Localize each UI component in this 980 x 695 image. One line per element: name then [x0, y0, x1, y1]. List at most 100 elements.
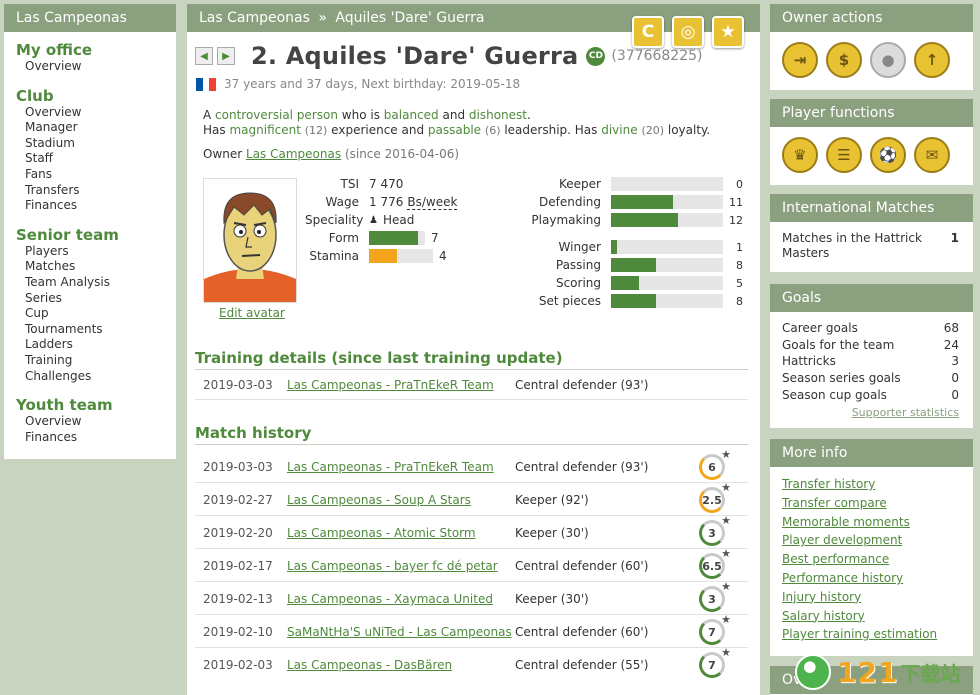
promote-icon[interactable]: ↑ — [914, 42, 950, 78]
match-rating[interactable]: 6 ★ — [699, 448, 731, 480]
site-watermark: 121 下载站 — [795, 652, 975, 692]
owner-since: (since 2016-04-06) — [344, 147, 460, 161]
menu-item-stadium[interactable]: Stadium — [25, 136, 176, 152]
menu-item-finances[interactable]: Finances — [25, 430, 176, 446]
menu-item-team-analysis[interactable]: Team Analysis — [25, 275, 176, 291]
match-link[interactable]: Las Campeonas - Xaymaca United — [287, 592, 515, 606]
menu-heading[interactable]: Youth team — [16, 397, 176, 413]
goals-row: Goals for the team 24 — [770, 337, 973, 354]
form-value: 7 — [431, 231, 439, 245]
desc-text: Has — [203, 123, 226, 137]
skill-label: Scoring — [555, 276, 601, 290]
match-position: Central defender (60') — [515, 625, 649, 639]
match-link[interactable]: SaMaNtHa'S uNiTed - Las Campeonas — [287, 625, 515, 639]
menu-item-challenges[interactable]: Challenges — [25, 369, 176, 385]
menu-list: Overview — [25, 59, 176, 75]
more-info-link-salary-history[interactable]: Salary history — [782, 607, 961, 626]
menu-item-manager[interactable]: Manager — [25, 120, 176, 136]
match-link[interactable]: Las Campeonas - bayer fc dé petar — [287, 559, 515, 573]
previous-player-arrow-icon[interactable]: ◀ — [195, 47, 213, 65]
more-info-link-transfer-history[interactable]: Transfer history — [782, 475, 961, 494]
match-rating[interactable]: 3 ★ — [699, 514, 731, 546]
menu-item-overview[interactable]: Overview — [25, 105, 176, 121]
temperament-link[interactable]: balanced — [384, 108, 439, 122]
skill-label: Passing — [555, 258, 601, 272]
wage-unit[interactable]: Bs/week — [407, 195, 458, 210]
menu-item-staff[interactable]: Staff — [25, 151, 176, 167]
match-rating[interactable]: 2.5 ★ — [699, 481, 731, 513]
rating-value: 6.5 — [702, 559, 722, 573]
rating-star-icon: ★ — [721, 547, 731, 560]
menu-item-tournaments[interactable]: Tournaments — [25, 322, 176, 338]
owner-actions-icons: ⇥ $ ● ↑ — [770, 32, 973, 88]
match-rating[interactable]: 6.5 ★ — [699, 547, 731, 579]
menu-item-matches[interactable]: Matches — [25, 259, 176, 275]
player-functions-title: Player functions — [770, 99, 973, 127]
menu-heading[interactable]: Senior team — [16, 227, 176, 243]
personality-link[interactable]: controversial person — [215, 108, 338, 122]
more-info-link-player-development[interactable]: Player development — [782, 531, 961, 550]
more-info-link-transfer-compare[interactable]: Transfer compare — [782, 494, 961, 513]
menu-item-ladders[interactable]: Ladders — [25, 337, 176, 353]
more-info-link-injury-history[interactable]: Injury history — [782, 588, 961, 607]
left-menu-title[interactable]: Las Campeonas — [4, 4, 176, 32]
edit-avatar-link[interactable]: Edit avatar — [219, 306, 285, 320]
match-rating[interactable]: 7 ★ — [699, 613, 731, 645]
youth-ball-icon[interactable]: ● — [870, 42, 906, 78]
notepad-icon[interactable]: ☰ — [826, 137, 862, 173]
desc-text: . — [527, 108, 531, 122]
watermark-text: 下载站 — [900, 661, 961, 686]
football-icon[interactable]: ⚽ — [870, 137, 906, 173]
menu-item-players[interactable]: Players — [25, 244, 176, 260]
skill-value: 8 — [736, 294, 743, 308]
speciality-value: Head — [382, 213, 415, 227]
training-match-link[interactable]: Las Campeonas - PraTnEkeR Team — [287, 378, 515, 392]
speech-bubble-icon[interactable]: ✉ — [914, 137, 950, 173]
goals-label: Goals for the team — [782, 337, 895, 352]
rating-star-icon: ★ — [721, 448, 731, 461]
menu-item-training[interactable]: Training — [25, 353, 176, 369]
match-link[interactable]: Las Campeonas - PraTnEkeR Team — [287, 460, 515, 474]
experience-link[interactable]: magnificent — [229, 123, 300, 137]
more-info-link-performance-history[interactable]: Performance history — [782, 569, 961, 588]
menu-item-cup[interactable]: Cup — [25, 306, 176, 322]
menu-item-overview[interactable]: Overview — [25, 414, 176, 430]
goals-value: 0 — [951, 387, 959, 402]
star-icon[interactable]: ★ — [712, 16, 744, 48]
match-link[interactable]: Las Campeonas - Atomic Storm — [287, 526, 515, 540]
menu-heading[interactable]: My office — [16, 42, 176, 58]
menu-item-fans[interactable]: Fans — [25, 167, 176, 183]
match-link[interactable]: Las Campeonas - DasBären — [287, 658, 515, 672]
supporter-statistics-link[interactable]: Supporter statistics — [770, 406, 973, 419]
breadcrumb-team[interactable]: Las Campeonas — [199, 10, 310, 26]
international-matches-box: International Matches Matches in the Hat… — [770, 194, 973, 272]
loyalty-link[interactable]: divine — [601, 123, 637, 137]
match-link[interactable]: Las Campeonas - Soup A Stars — [287, 493, 515, 507]
money-sell-icon[interactable]: $ — [826, 42, 862, 78]
match-row: 2019-02-17 Las Campeonas - bayer fc dé pe… — [203, 557, 705, 575]
more-info-link-player-training-estimation[interactable]: Player training estimation — [782, 625, 961, 644]
leadership-link[interactable]: passable — [428, 123, 481, 137]
owner-team-link[interactable]: Las Campeonas — [246, 147, 341, 161]
nationality-flag-icon[interactable] — [196, 77, 217, 91]
goals-label: Season series goals — [782, 371, 901, 386]
menu-item-series[interactable]: Series — [25, 291, 176, 307]
menu-item-overview[interactable]: Overview — [25, 59, 176, 75]
match-rating[interactable]: 7 ★ — [699, 646, 731, 678]
menu-item-transfers[interactable]: Transfers — [25, 183, 176, 199]
crown-icon[interactable]: ♛ — [782, 137, 818, 173]
training-section-title: Training details (since last training up… — [195, 349, 748, 370]
skill-row-defending: Defending 11 — [505, 193, 743, 211]
experience-level: (12) — [304, 124, 328, 137]
menu-heading[interactable]: Club — [16, 88, 176, 104]
divider — [195, 482, 748, 483]
rating-value: 2.5 — [702, 493, 722, 507]
honesty-link[interactable]: dishonest — [469, 108, 527, 122]
exit-door-icon[interactable]: ⇥ — [782, 42, 818, 78]
match-rating[interactable]: 3 ★ — [699, 580, 731, 612]
menu-item-finances[interactable]: Finances — [25, 198, 176, 214]
next-player-arrow-icon[interactable]: ▶ — [217, 47, 235, 65]
more-info-link-memorable-moments[interactable]: Memorable moments — [782, 513, 961, 532]
more-info-link-best-performance[interactable]: Best performance — [782, 550, 961, 569]
skill-value: 12 — [729, 213, 743, 227]
